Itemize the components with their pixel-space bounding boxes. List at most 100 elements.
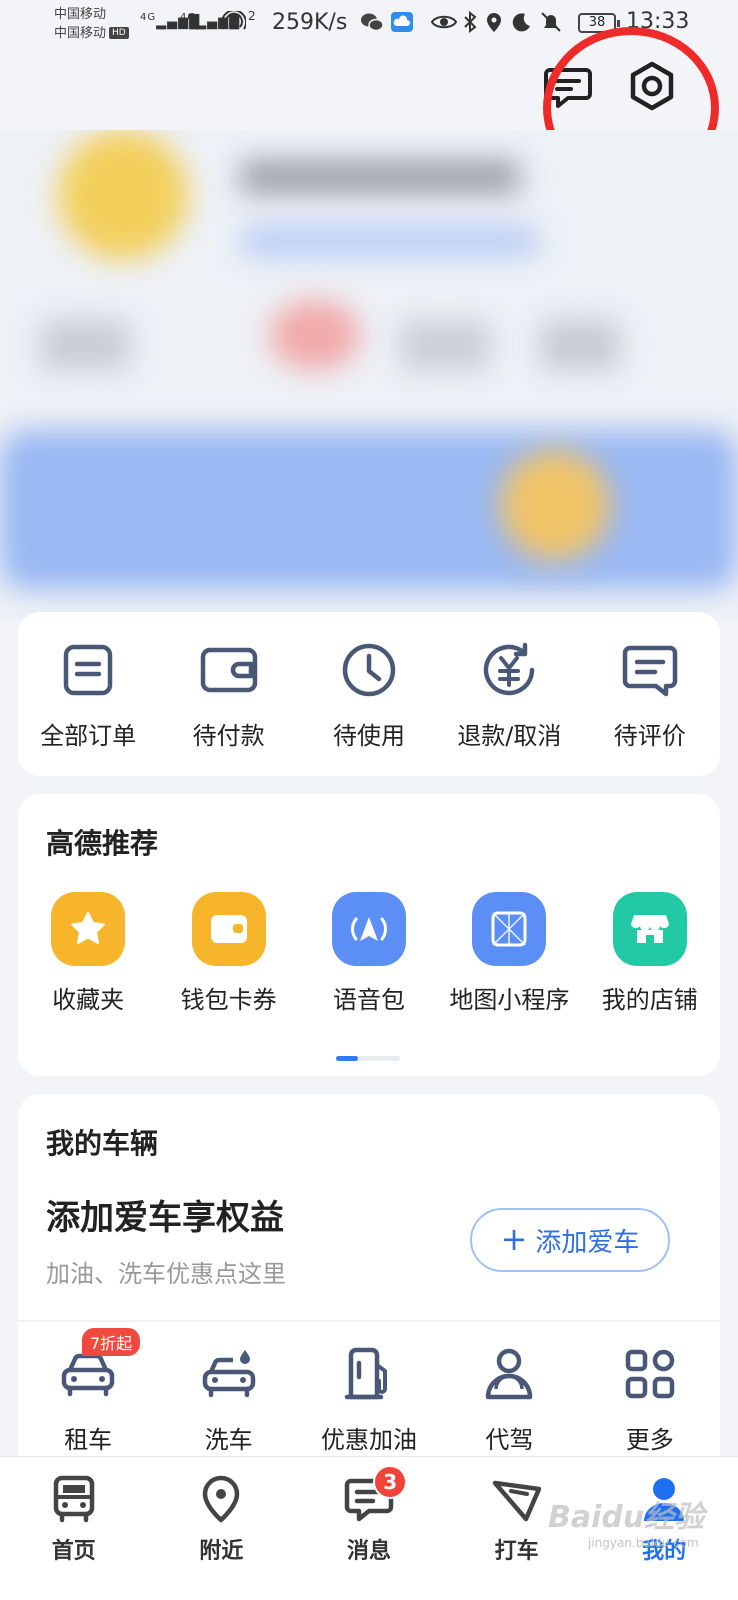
- nav-messages[interactable]: 3 消息: [295, 1457, 443, 1600]
- carrier-2: 中国移动: [54, 26, 107, 41]
- favorites-button[interactable]: 收藏夹: [18, 892, 158, 1015]
- profile-area-blurred: [0, 130, 738, 620]
- page-indicator-active: [336, 1056, 358, 1061]
- shop-icon: [630, 915, 669, 943]
- designated-driver-label: 代驾: [485, 1426, 534, 1454]
- message-button[interactable]: [540, 58, 596, 114]
- voice-pack-button[interactable]: 语音包: [299, 892, 439, 1015]
- fuel-icon: [344, 1347, 387, 1400]
- home-bus-icon: [53, 1475, 95, 1523]
- hd-badge: HD: [109, 27, 129, 39]
- taxi-icon: [492, 1480, 541, 1522]
- order-review-button[interactable]: 待评价: [580, 638, 720, 751]
- bottom-navigation: 首页 附近 3 消息 打车 我的: [0, 1456, 738, 1600]
- plus-icon: +: [500, 1219, 528, 1258]
- map-mini-program-button[interactable]: 地图小程序: [439, 892, 579, 1015]
- nav-profile-label: 我的: [642, 1539, 687, 1564]
- rent-car-label: 租车: [64, 1426, 113, 1454]
- order-pending-payment-label: 待付款: [192, 722, 265, 750]
- wallet-cards-button[interactable]: 钱包卡券: [158, 892, 298, 1015]
- recommend-title: 高德推荐: [46, 827, 159, 860]
- review-icon: [622, 645, 677, 697]
- order-to-use-button[interactable]: 待使用: [299, 638, 439, 751]
- vehicle-headline: 添加爱车享权益: [46, 1198, 284, 1238]
- eye-comfort-icon: [430, 15, 458, 29]
- rent-car-button[interactable]: 7折起 租车: [18, 1328, 158, 1455]
- profile-icon: [644, 1478, 685, 1521]
- hotspot-icon: [222, 11, 246, 30]
- wallet-icon: [200, 647, 257, 693]
- settings-icon: [630, 61, 674, 111]
- order-all-label: 全部订单: [40, 722, 137, 750]
- order-review-label: 待评价: [613, 722, 686, 750]
- clock: 13:33: [626, 9, 690, 34]
- wechat-icon: [361, 13, 384, 32]
- map-mini-program-icon-tile: [472, 892, 547, 966]
- location-icon: [487, 13, 501, 32]
- moon-icon: [512, 13, 530, 32]
- refund-icon: [484, 642, 535, 696]
- voice-navigation-icon: [351, 917, 387, 941]
- fuel-discount-button[interactable]: 优惠加油: [299, 1342, 439, 1455]
- battery-indicator: 38: [578, 13, 620, 33]
- vehicle-card: 我的车辆 添加爱车享权益 加油、洗车优惠点这里 + 添加爱车 7折起 租车 洗车…: [18, 1094, 720, 1474]
- voice-pack-label: 语音包: [332, 986, 405, 1014]
- add-car-button[interactable]: + 添加爱车: [470, 1208, 670, 1272]
- settings-button[interactable]: [624, 58, 680, 114]
- more-services-button[interactable]: 更多: [580, 1342, 720, 1455]
- hotspot-sup: 2: [248, 9, 257, 23]
- nav-taxi[interactable]: 打车: [443, 1457, 591, 1600]
- recommend-card: 高德推荐 收藏夹 钱包卡券 语音包 地图小程序 我的店铺: [18, 794, 720, 1076]
- nav-taxi-label: 打车: [494, 1539, 539, 1564]
- bluetooth-icon: [464, 11, 477, 33]
- car-wash-label: 洗车: [204, 1426, 253, 1454]
- net-speed: 259K/s: [272, 10, 348, 35]
- nav-home[interactable]: 首页: [0, 1457, 148, 1600]
- more-services-label: 更多: [625, 1426, 674, 1454]
- my-shop-button[interactable]: 我的店铺: [580, 892, 720, 1015]
- vehicle-divider: [18, 1320, 720, 1322]
- order-all-button[interactable]: 全部订单: [18, 638, 158, 751]
- order-refund-button[interactable]: 退款/取消: [439, 638, 579, 751]
- my-shop-icon-tile: [612, 892, 687, 966]
- mute-bell-icon: [541, 12, 561, 32]
- favorites-label: 收藏夹: [52, 986, 125, 1014]
- wallet-cards-icon-tile: [191, 892, 266, 966]
- carrier-info: 中国移动 中国移动 HD: [54, 5, 129, 43]
- favorites-icon-tile: [51, 892, 126, 966]
- car-wash-button[interactable]: 洗车: [158, 1342, 298, 1455]
- order-pending-payment-button[interactable]: 待付款: [158, 638, 298, 751]
- my-shop-label: 我的店铺: [601, 986, 698, 1014]
- carousel-page-indicator: [336, 1056, 400, 1061]
- avatar[interactable]: [58, 130, 188, 260]
- cloud-app-icon: [391, 12, 413, 32]
- wallet-card-icon: [210, 915, 247, 943]
- vehicle-subtitle: 加油、洗车优惠点这里: [46, 1260, 286, 1288]
- location-pin-icon: [203, 1475, 240, 1523]
- voice-pack-icon-tile: [331, 892, 406, 966]
- orders-card: 全部订单 待付款 待使用 退款/取消 待评价: [18, 612, 720, 776]
- more-grid-icon: [625, 1349, 674, 1399]
- clock-icon: [342, 643, 396, 697]
- star-icon: [71, 912, 106, 944]
- nav-home-label: 首页: [51, 1539, 96, 1564]
- mini-program-icon: [491, 911, 527, 947]
- add-car-label: 添加爱车: [535, 1227, 640, 1258]
- status-bar: 中国移动 中国移动 HD 4G▂▄▆█ 4G▂▄▆█ 2 259K/s 38 13…: [0, 0, 738, 48]
- rent-car-discount-badge: 7折起: [82, 1328, 141, 1356]
- order-to-use-label: 待使用: [332, 722, 405, 750]
- carrier-1: 中国移动: [54, 7, 107, 22]
- nav-messages-label: 消息: [346, 1539, 391, 1564]
- nav-nearby-label: 附近: [199, 1539, 244, 1564]
- order-refund-label: 退款/取消: [457, 722, 562, 750]
- message-icon: [544, 68, 592, 108]
- nav-profile[interactable]: 我的: [590, 1457, 738, 1600]
- nav-nearby[interactable]: 附近: [148, 1457, 296, 1600]
- car-wash-icon: [202, 1350, 255, 1398]
- vehicle-title: 我的车辆: [46, 1127, 159, 1160]
- wallet-cards-label: 钱包卡券: [180, 986, 277, 1014]
- driver-icon: [486, 1348, 533, 1400]
- fuel-discount-label: 优惠加油: [320, 1426, 417, 1454]
- designated-driver-button[interactable]: 代驾: [439, 1342, 579, 1455]
- all-orders-icon: [63, 644, 113, 696]
